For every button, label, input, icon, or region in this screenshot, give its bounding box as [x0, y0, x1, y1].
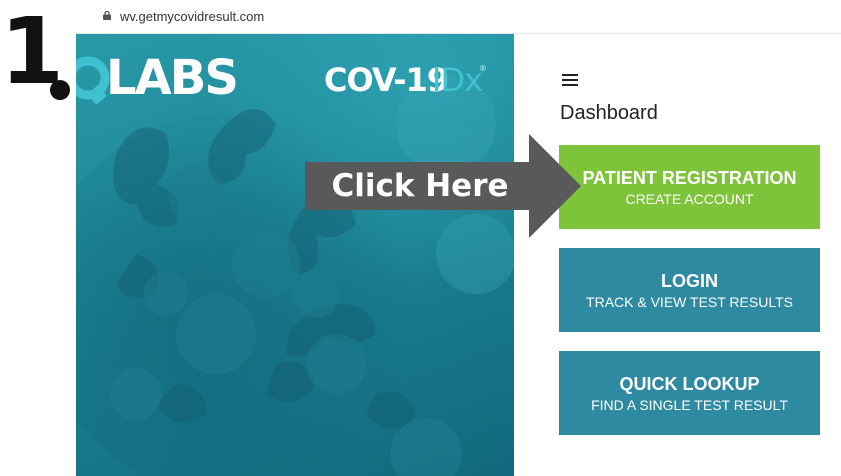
quick-lookup-button[interactable]: QUICK LOOKUP FIND A SINGLE TEST RESULT — [559, 351, 820, 435]
registered-mark: ® — [480, 64, 486, 73]
hero-banner: LABS COV-19 IDx ® — [76, 34, 514, 476]
button-subtitle: FIND A SINGLE TEST RESULT — [591, 396, 788, 413]
step-number: 1 — [0, 0, 64, 105]
browser-address-bar[interactable]: wv.getmycovidresult.com — [76, 0, 841, 34]
button-title: QUICK LOOKUP — [619, 373, 760, 394]
login-button[interactable]: LOGIN TRACK & VIEW TEST RESULTS — [559, 248, 820, 332]
step-dot — [50, 80, 70, 100]
button-title: PATIENT REGISTRATION — [582, 167, 797, 188]
button-title: LOGIN — [661, 270, 718, 291]
lock-icon — [103, 11, 111, 20]
button-subtitle: CREATE ACCOUNT — [625, 190, 754, 207]
patient-registration-button[interactable]: PATIENT REGISTRATION CREATE ACCOUNT — [559, 145, 820, 229]
page-title: Dashboard — [560, 102, 658, 124]
qlabs-logo-text: LABS — [106, 50, 239, 106]
button-subtitle: TRACK & VIEW TEST RESULTS — [586, 293, 793, 310]
cov19-logo-idx: IDx — [432, 61, 483, 99]
callout-label: Click Here — [331, 168, 509, 204]
cov19-logo-main: COV-19 — [324, 61, 449, 99]
hamburger-menu-icon[interactable] — [562, 74, 578, 86]
url-text[interactable]: wv.getmycovidresult.com — [120, 9, 264, 24]
